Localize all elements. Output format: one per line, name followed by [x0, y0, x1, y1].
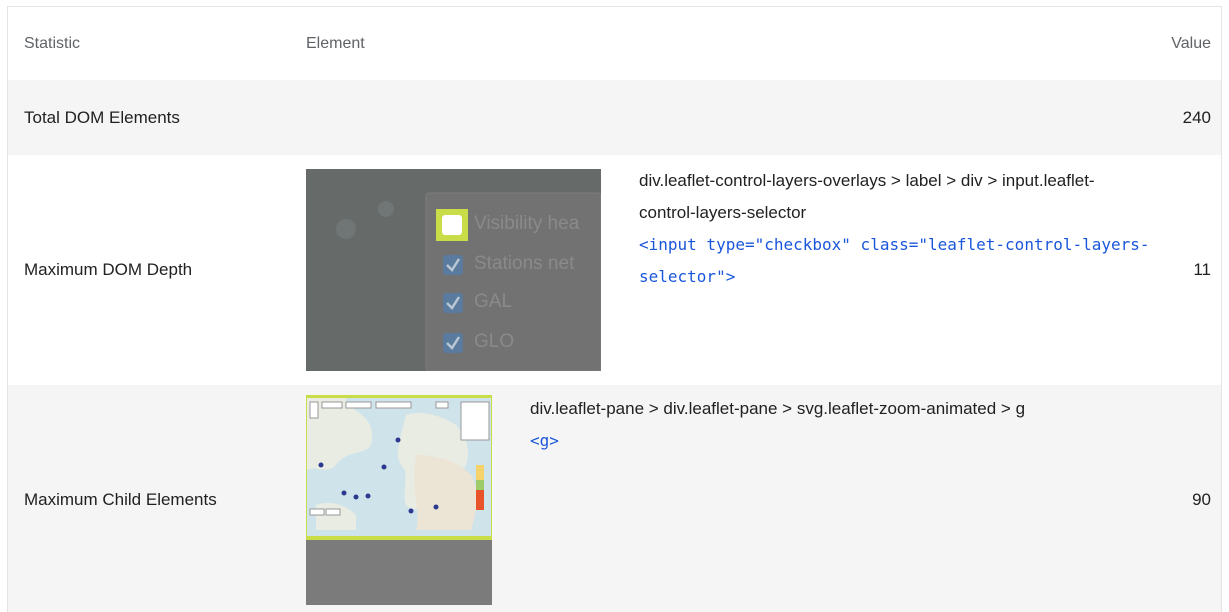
thumb-label-stations: Stations net — [474, 253, 575, 274]
stat-label: Maximum DOM Depth — [24, 260, 193, 279]
element-cell: div.leaflet-pane > div.leaflet-pane > sv… — [306, 385, 1151, 612]
thumb-label-glo: GLO — [474, 331, 515, 352]
element-screenshot-thumbnail[interactable] — [306, 395, 492, 605]
element-cell: Visibility hea Stations net GAL GLO div.… — [306, 155, 1151, 385]
stat-value: 11 — [1193, 260, 1211, 279]
element-cell-empty — [306, 80, 1151, 155]
dom-stats-table-frame: Statistic Element Value Total DOM Elemen… — [7, 6, 1222, 612]
node-snippet[interactable]: <input type="checkbox" class="leaflet-co… — [639, 229, 1151, 293]
stat-label: Total DOM Elements — [24, 107, 180, 127]
table-row-max-dom-depth: Maximum DOM Depth Visibility hea Station… — [8, 155, 1221, 385]
stat-value: 90 — [1192, 490, 1211, 509]
node-snippet[interactable]: <g> — [530, 425, 1025, 457]
table-row-max-child-elements: Maximum Child Elements div.leaflet-pane … — [8, 385, 1221, 612]
node-path: div.leaflet-pane > div.leaflet-pane > sv… — [530, 399, 1026, 418]
thumb-label-visibility: Visibility hea — [474, 213, 580, 234]
dom-stats-table: Statistic Element Value Total DOM Elemen… — [8, 7, 1221, 612]
header-value: Value — [1171, 34, 1211, 52]
stat-label: Maximum Child Elements — [24, 490, 217, 509]
header-statistic: Statistic — [24, 34, 81, 52]
stat-value: 240 — [1182, 107, 1211, 127]
node-path: div.leaflet-control-layers-overlays > la… — [639, 171, 1095, 222]
table-header-row: Statistic Element Value — [8, 7, 1221, 80]
table-row-total-dom-elements: Total DOM Elements 240 — [8, 80, 1221, 155]
thumb-label-gal: GAL — [474, 291, 513, 312]
header-element: Element — [306, 34, 365, 52]
element-screenshot-thumbnail[interactable]: Visibility hea Stations net GAL GLO — [306, 169, 601, 371]
